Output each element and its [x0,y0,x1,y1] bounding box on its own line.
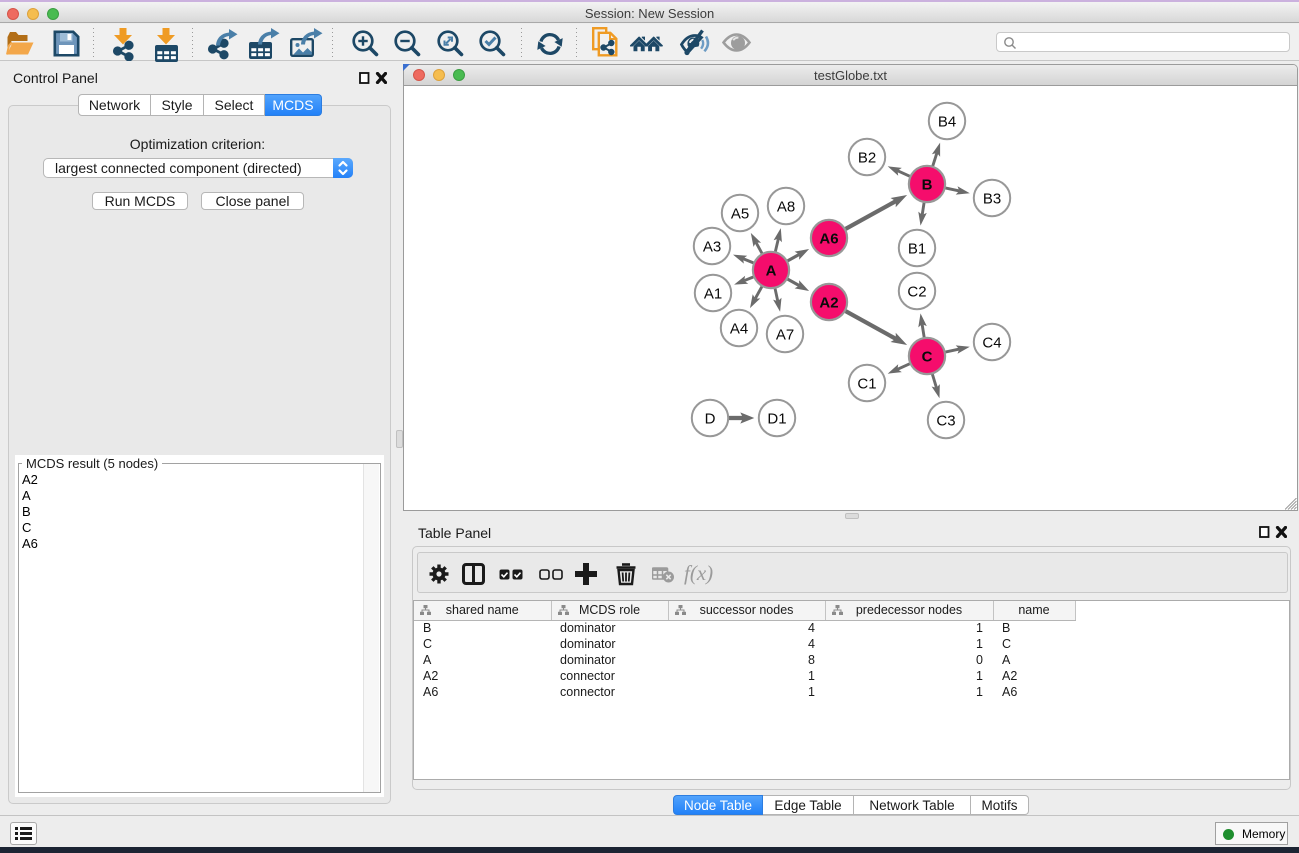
svg-text:D: D [705,410,716,427]
svg-text:C3: C3 [936,412,955,429]
svg-text:A6: A6 [819,230,838,247]
svg-text:A7: A7 [776,326,794,343]
svg-text:B1: B1 [908,240,926,257]
svg-text:A: A [766,262,777,279]
svg-text:B2: B2 [858,149,876,166]
svg-text:f(x): f(x) [684,562,713,585]
svg-text:D1: D1 [767,410,786,427]
svg-text:C1: C1 [857,375,876,392]
svg-text:A2: A2 [819,294,838,311]
svg-text:A8: A8 [777,198,795,215]
svg-text:C4: C4 [982,334,1001,351]
svg-text:B4: B4 [938,113,956,130]
svg-text:C: C [922,348,933,365]
svg-text:A4: A4 [730,320,748,337]
svg-text:A1: A1 [704,285,722,302]
svg-text:B: B [922,176,933,193]
svg-text:A5: A5 [731,205,749,222]
svg-text:B3: B3 [983,190,1001,207]
svg-text:A3: A3 [703,238,721,255]
svg-text:C2: C2 [907,283,926,300]
